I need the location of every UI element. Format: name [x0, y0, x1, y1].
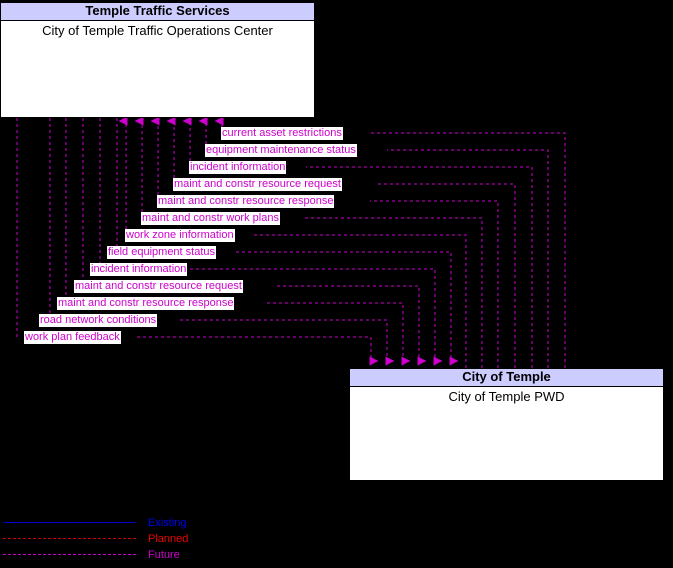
flow-label[interactable]: current asset restrictions — [221, 127, 343, 140]
legend-row-planned: Planned — [0, 531, 260, 547]
entity-box-city-of-temple[interactable]: City of Temple City of Temple PWD — [349, 368, 664, 481]
legend-label-existing: Existing — [148, 517, 187, 529]
legend-row-future: Future — [0, 547, 260, 563]
flow-label[interactable]: maint and constr resource request — [173, 178, 342, 191]
entity-body-bottom: City of Temple PWD — [448, 389, 565, 404]
flow-label[interactable]: field equipment status — [107, 246, 217, 259]
legend-line-existing — [3, 522, 136, 523]
flow-label[interactable]: work plan feedback — [24, 331, 121, 344]
legend-row-existing: Existing — [0, 515, 260, 531]
entity-header-bottom: City of Temple — [350, 369, 663, 387]
entity-body-top: City of Temple Traffic Operations Center — [42, 23, 273, 38]
flow-label[interactable]: work zone information — [125, 229, 235, 242]
legend-label-future: Future — [148, 549, 180, 561]
entity-box-temple-traffic-services[interactable]: Temple Traffic Services City of Temple T… — [0, 2, 315, 118]
flow-label[interactable]: maint and constr resource request — [74, 280, 243, 293]
flow-label[interactable]: incident information — [189, 161, 287, 174]
flow-label[interactable]: maint and constr work plans — [141, 212, 280, 225]
entity-header-top: Temple Traffic Services — [1, 3, 314, 21]
flow-label[interactable]: equipment maintenance status — [205, 144, 357, 157]
flow-label[interactable]: maint and constr resource response — [57, 297, 235, 310]
diagram-canvas: Temple Traffic Services City of Temple T… — [0, 0, 673, 568]
legend-line-planned — [3, 538, 136, 539]
flow-label[interactable]: maint and constr resource response — [157, 195, 335, 208]
legend: Existing Planned Future — [0, 515, 260, 565]
flow-label[interactable]: road network conditions — [39, 314, 158, 327]
legend-line-future — [3, 554, 136, 555]
legend-label-planned: Planned — [148, 533, 189, 545]
flow-label[interactable]: incident information — [90, 263, 188, 276]
